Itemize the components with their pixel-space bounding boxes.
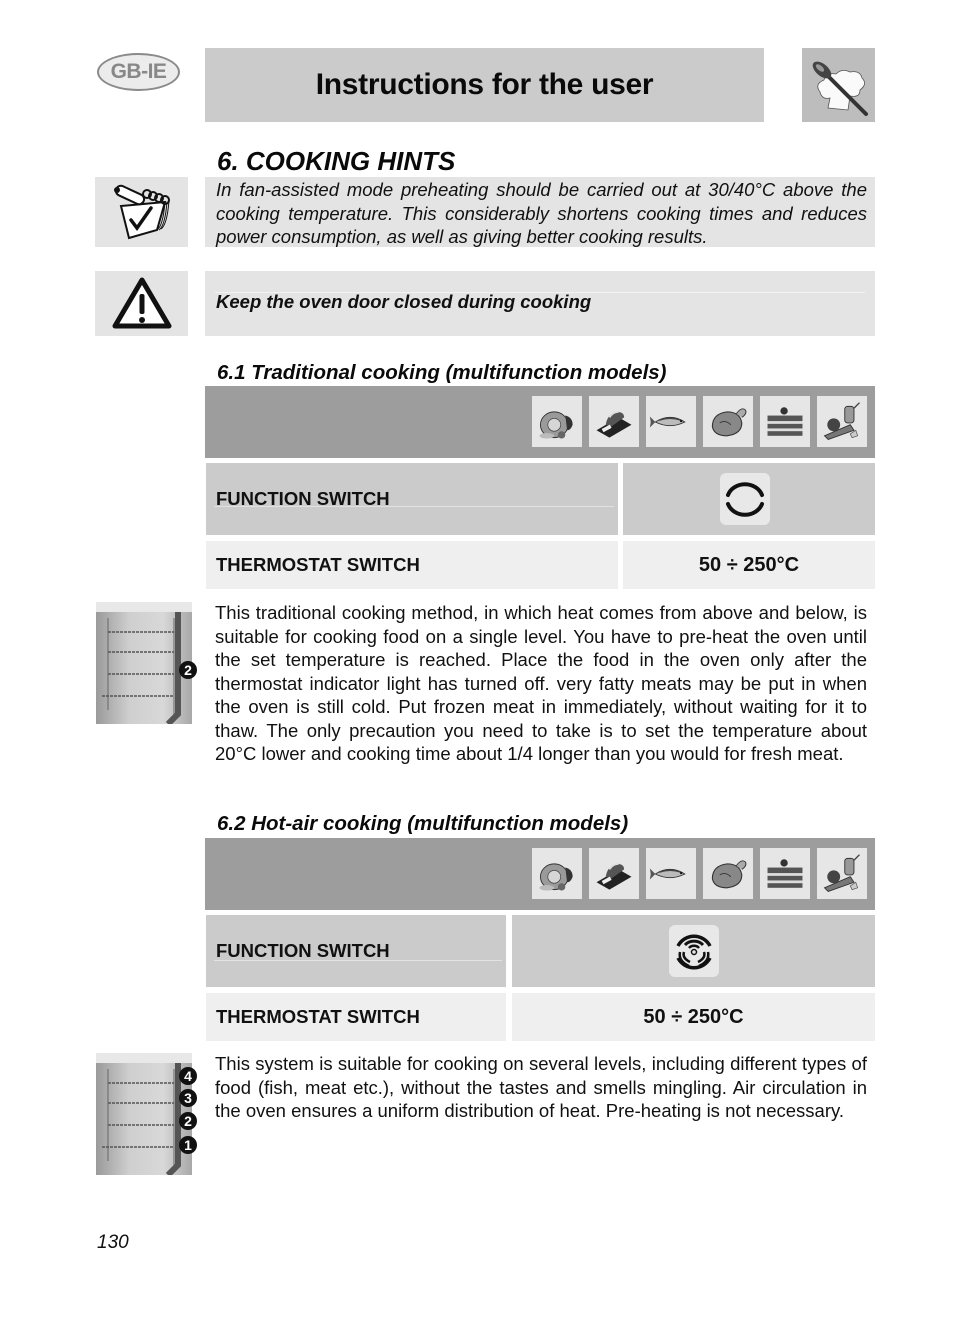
- poultry-icon: [703, 396, 753, 447]
- bread-icon: [589, 848, 639, 899]
- function-switch-label-cell: FUNCTION SWITCH: [206, 463, 618, 535]
- preheating-note: In fan-assisted mode preheating should b…: [205, 177, 875, 247]
- region-badge-label: GB-IE: [110, 60, 167, 83]
- function-switch-label-cell: FUNCTION SWITCH: [206, 915, 506, 987]
- roast-meat-icon: [532, 396, 582, 447]
- thermostat-switch-label: THERMOSTAT SWITCH: [216, 1006, 420, 1027]
- vegetables-icon: [817, 396, 867, 447]
- food-types-bar-hot-air: [205, 838, 875, 910]
- thermostat-switch-label: THERMOSTAT SWITCH: [216, 554, 420, 575]
- subsection-title-hot-air: 6.2 Hot-air cooking (multifunction model…: [217, 812, 629, 835]
- chef-hat-spoon-icon: [802, 48, 875, 122]
- function-switch-value-cell: [512, 915, 875, 987]
- door-warning: Keep the oven door closed during cooking: [205, 271, 875, 336]
- hot-air-cooking-description: This system is suitable for cooking on s…: [215, 1053, 867, 1121]
- fish-icon: [646, 396, 696, 447]
- cell-divider: [214, 960, 502, 961]
- header-title-bar: Instructions for the user: [205, 48, 764, 122]
- traditional-cooking-description: This traditional cooking method, in whic…: [215, 602, 867, 764]
- thermostat-label-cell: THERMOSTAT SWITCH: [206, 541, 618, 589]
- shelf-level-badge: 3: [179, 1089, 197, 1107]
- page-number: 130: [97, 1232, 129, 1253]
- oven-shelf-diagram-single: 2: [95, 602, 197, 724]
- fan-circular-heat-icon: [668, 925, 719, 977]
- oven-shelf-diagram-multi: 4 3 2 1: [95, 1053, 197, 1175]
- thermostat-label-cell: THERMOSTAT SWITCH: [206, 993, 506, 1041]
- cake-icon: [760, 396, 810, 447]
- shelf-level-badge: 4: [179, 1067, 197, 1085]
- cell-divider: [214, 506, 614, 507]
- function-switch-label: FUNCTION SWITCH: [216, 940, 390, 961]
- thermostat-range: 50 ÷ 250°C: [698, 553, 800, 576]
- thermostat-value-cell: 50 ÷ 250°C: [512, 993, 875, 1041]
- door-warning-text: Keep the oven door closed during cooking: [216, 291, 592, 312]
- fish-icon: [646, 848, 696, 899]
- shelf-level-badge: 2: [179, 1112, 197, 1130]
- top-bottom-heat-icon: [720, 473, 770, 525]
- thermostat-value-cell: 50 ÷ 250°C: [623, 541, 875, 589]
- warning-triangle-icon: [95, 271, 188, 336]
- section-title: 6. COOKING HINTS: [217, 146, 456, 176]
- notepad-check-icon: [95, 177, 188, 247]
- subsection-title-traditional: 6.1 Traditional cooking (multifunction m…: [217, 361, 667, 384]
- cake-icon: [760, 848, 810, 899]
- page-title: Instructions for the user: [315, 68, 654, 101]
- shelf-level-badge: 2: [179, 661, 197, 679]
- thermostat-range: 50 ÷ 250°C: [643, 1005, 744, 1028]
- food-types-bar-traditional: [205, 386, 875, 458]
- preheating-note-text: In fan-assisted mode preheating should b…: [216, 179, 867, 247]
- vegetables-icon: [817, 848, 867, 899]
- shelf-level-badge: 1: [179, 1136, 197, 1154]
- function-switch-value-cell: [623, 463, 867, 535]
- region-badge: GB-IE: [97, 53, 180, 91]
- bread-icon: [589, 396, 639, 447]
- roast-meat-icon: [532, 848, 582, 899]
- poultry-icon: [703, 848, 753, 899]
- cell-edge: [867, 463, 875, 535]
